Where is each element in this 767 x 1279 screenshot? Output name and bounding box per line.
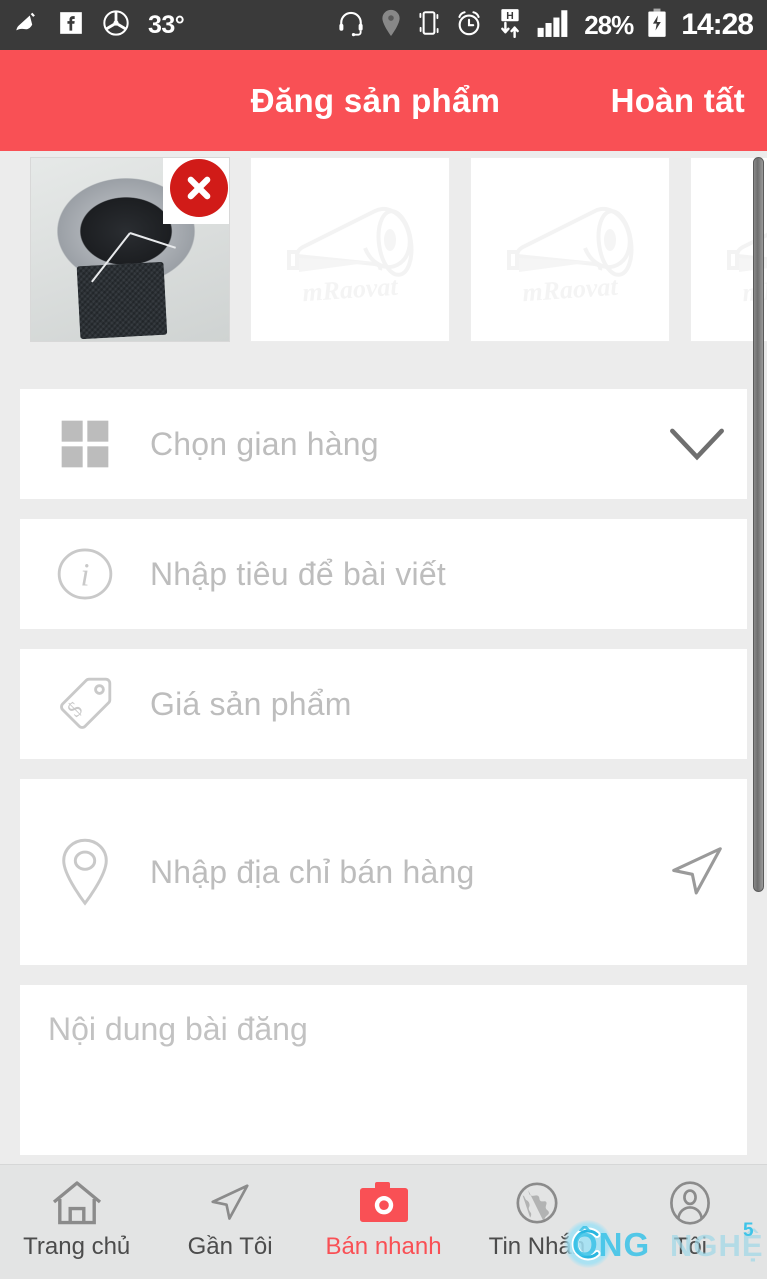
nav-item-profile[interactable]: Tôi	[614, 1165, 767, 1261]
megaphone-icon	[471, 158, 669, 341]
product-price-placeholder: Giá sản phẩm	[150, 685, 352, 722]
headset-icon	[336, 8, 366, 43]
status-bar-right: H 28% 14:28	[336, 8, 754, 43]
grid-icon	[20, 416, 150, 472]
status-bar-left: 33°	[14, 9, 185, 42]
nav-label-sell-fast: Bán nhanh	[325, 1233, 442, 1260]
info-icon: i	[20, 543, 150, 605]
post-body-placeholder: Nội dung bài đăng	[48, 1011, 308, 1047]
battery-percent-text: 28%	[584, 9, 634, 40]
clock-text: 14:28	[681, 8, 754, 41]
photo-thumbnail-strip[interactable]: mRaovat mRaovat	[0, 157, 767, 364]
product-price-field[interactable]: $ Giá sản phẩm	[20, 649, 747, 759]
close-x-icon	[170, 159, 228, 217]
person-circle-icon	[665, 1179, 715, 1227]
vibrate-icon	[416, 9, 442, 42]
watch-band	[76, 261, 168, 340]
megaphone-icon	[251, 158, 449, 341]
watch-hand-hour	[129, 232, 176, 249]
shop-selector-field[interactable]: Chọn gian hàng	[20, 389, 747, 499]
battery-charging-icon	[646, 8, 668, 43]
chevron-down-icon[interactable]	[647, 424, 747, 464]
sell-address-placeholder: Nhập địa chỉ bán hàng	[150, 853, 475, 890]
nav-item-near-me[interactable]: Gần Tôi	[153, 1165, 306, 1261]
app-header: Đăng sản phẩm Hoàn tất	[0, 50, 767, 151]
nav-label-messages: Tin Nhắn	[488, 1233, 586, 1260]
post-body-field[interactable]: Nội dung bài đăng	[20, 985, 747, 1155]
bottom-navigation-bar: Trang chủ Gần Tôi Bán nhanh Tin Nhắn Tôi	[0, 1164, 767, 1279]
remove-photo-button[interactable]	[163, 158, 229, 224]
home-icon	[51, 1179, 103, 1227]
broom-icon	[14, 10, 40, 41]
temperature-text: 33°	[148, 10, 185, 39]
status-bar: 33° H 28% 14:28	[0, 0, 767, 50]
done-button[interactable]: Hoàn tất	[611, 82, 745, 120]
nav-label-near-me: Gần Tôi	[187, 1233, 273, 1260]
photo-thumbnail[interactable]	[30, 157, 230, 342]
nav-item-home[interactable]: Trang chủ	[0, 1165, 153, 1261]
signal-bars-icon	[537, 8, 571, 43]
hspa-data-icon: H	[496, 8, 524, 43]
nav-label-profile: Tôi	[673, 1233, 707, 1260]
globe-icon	[512, 1179, 562, 1227]
location-icon	[379, 9, 403, 42]
navigation-arrow-icon	[205, 1179, 255, 1227]
camera-icon	[358, 1179, 410, 1227]
sell-address-field[interactable]: Nhập địa chỉ bán hàng	[20, 779, 747, 965]
nav-item-sell-fast[interactable]: Bán nhanh	[307, 1165, 460, 1261]
svg-text:$: $	[62, 696, 87, 721]
facebook-icon	[58, 10, 84, 41]
photo-placeholder-slot[interactable]: mRaovat	[470, 157, 670, 342]
price-tag-icon: $	[20, 673, 150, 735]
scrollbar-thumb[interactable]	[753, 157, 764, 892]
post-title-field[interactable]: i Nhập tiêu để bài viết	[20, 519, 747, 629]
alarm-icon	[455, 9, 483, 42]
nav-item-messages[interactable]: Tin Nhắn	[460, 1165, 613, 1261]
navigation-arrow-icon[interactable]	[647, 841, 747, 903]
svg-text:i: i	[81, 556, 90, 592]
map-pin-icon	[20, 837, 150, 907]
post-title-placeholder: Nhập tiêu để bài viết	[150, 555, 446, 592]
svg-text:H: H	[506, 11, 514, 22]
nav-label-home: Trang chủ	[23, 1233, 131, 1260]
fan-icon	[102, 9, 130, 42]
shop-selector-placeholder: Chọn gian hàng	[150, 425, 379, 462]
phone-screen: 33° H 28% 14:28 Đăng sản phẩm Hoàn tất m…	[0, 0, 767, 1279]
form-scroll-area[interactable]: mRaovat mRaovat Chọn gian hàng i Nhập ti…	[0, 151, 767, 1164]
photo-placeholder-slot[interactable]: mRaovat	[250, 157, 450, 342]
